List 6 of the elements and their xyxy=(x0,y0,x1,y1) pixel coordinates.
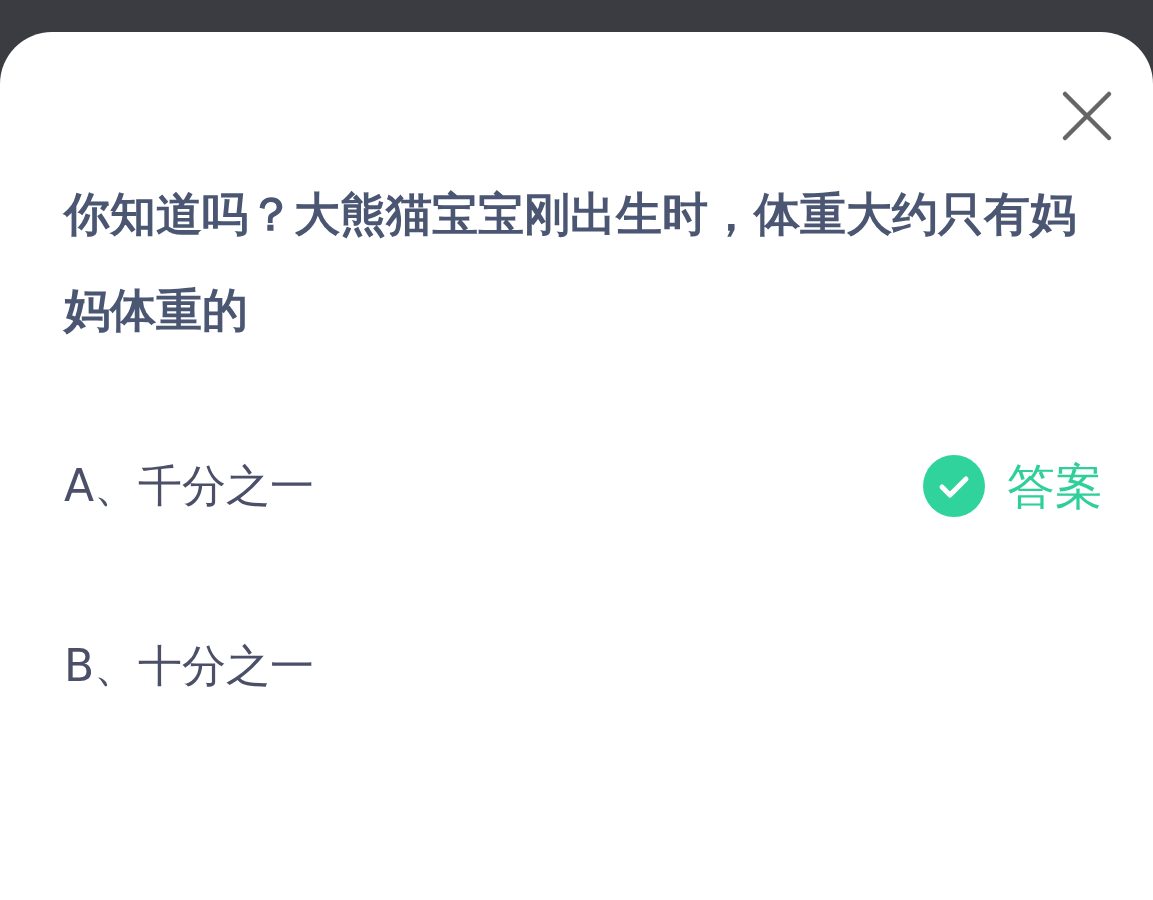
check-icon xyxy=(923,455,985,517)
option-text[interactable]: A、千分之一 xyxy=(64,453,315,519)
option-text[interactable]: B、十分之一 xyxy=(64,633,315,699)
question-text: 你知道吗？大熊猫宝宝刚出生时，体重大约只有妈妈体重的 xyxy=(64,186,1077,339)
close-icon[interactable] xyxy=(1061,90,1113,142)
answer-label: 答案 xyxy=(1007,457,1103,516)
